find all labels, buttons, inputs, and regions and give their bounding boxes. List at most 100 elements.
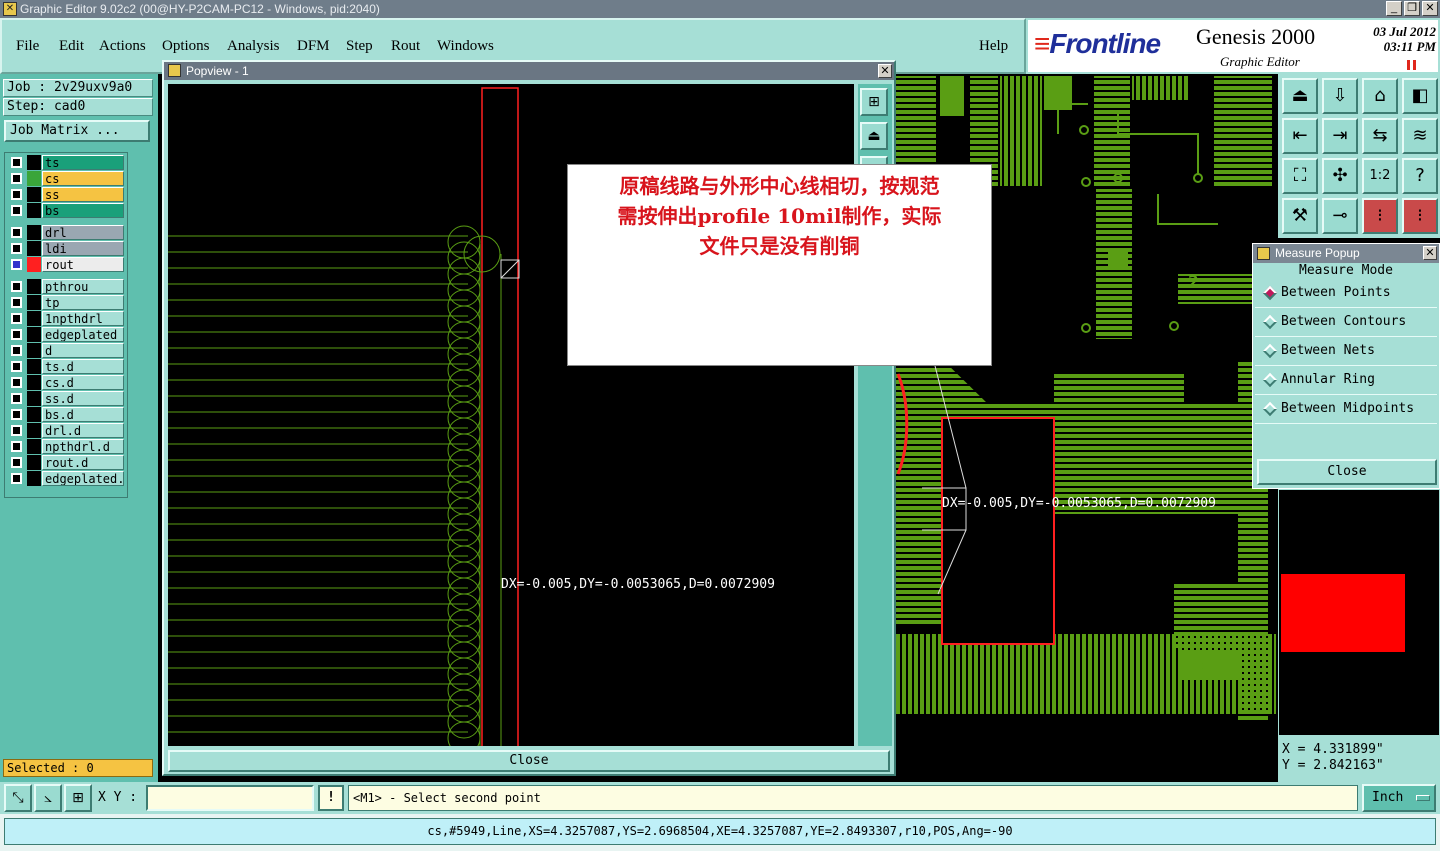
layer-checkbox[interactable] [11,313,22,324]
home-icon[interactable]: ⌂ [1362,78,1398,114]
layer-checkbox[interactable] [11,157,22,168]
layer-name[interactable]: ss.d [42,391,124,406]
layer-color-swatch[interactable] [27,257,41,272]
menu-analysis[interactable]: Analysis [227,38,280,55]
layer-checkbox[interactable] [11,205,22,216]
job-matrix-button[interactable]: Job Matrix ... [4,120,150,142]
layer-color-swatch[interactable] [27,359,41,374]
layer-checkbox[interactable] [11,377,22,388]
layer-name[interactable]: cs [42,171,124,186]
restore-button[interactable]: ❐ [1404,1,1420,16]
layer-name[interactable]: 1npthdrl [42,311,124,326]
zoom-home-icon[interactable]: ⏏ [1282,78,1318,114]
layer-checkbox[interactable] [11,227,22,238]
menu-options[interactable]: Options [162,38,210,55]
layer-row[interactable]: edgeplated. [7,471,127,486]
net-icon[interactable]: ⁝ [1362,198,1398,234]
layer-row[interactable]: rout [7,257,127,272]
layer-color-swatch[interactable] [27,187,41,202]
measure-option[interactable]: Between Nets [1255,337,1437,366]
minimize-button[interactable]: _ [1386,1,1402,16]
layer-color-swatch[interactable] [27,343,41,358]
fit-icon[interactable]: ⛶ [1282,158,1318,194]
layer-row[interactable]: ss [7,187,127,202]
layer-color-swatch[interactable] [27,391,41,406]
layer-checkbox[interactable] [11,189,22,200]
measure-option[interactable]: Between Points [1255,279,1437,308]
menu-actions[interactable]: Actions [99,38,146,55]
layer-checkbox[interactable] [11,281,22,292]
radio-diamond-icon[interactable] [1262,343,1278,359]
layer-name[interactable]: edgeplated [42,327,124,342]
layer-color-swatch[interactable] [27,471,41,486]
layer-color-swatch[interactable] [27,423,41,438]
unit-select[interactable]: Inch [1362,784,1436,812]
layer-row[interactable]: drl [7,225,127,240]
layer-color-swatch[interactable] [27,241,41,256]
popview-close-button[interactable]: Close [168,750,890,772]
layer-checkbox[interactable] [11,441,22,452]
mirror-icon[interactable]: ⇆ [1362,118,1398,154]
layer-row[interactable]: edgeplated [7,327,127,342]
menu-dfm[interactable]: DFM [297,38,330,55]
layer-checkbox[interactable] [11,425,22,436]
layer-name[interactable]: rout [42,257,124,272]
layer-name[interactable]: tp [42,295,124,310]
layer-row[interactable]: tp [7,295,127,310]
pan-right-icon[interactable]: ⇥ [1322,118,1358,154]
layer-checkbox[interactable] [11,345,22,356]
zoom-down-icon[interactable]: ⇩ [1322,78,1358,114]
layer-row[interactable]: ss.d [7,391,127,406]
probe-icon[interactable]: ⊸ [1322,198,1358,234]
menu-step[interactable]: Step [346,38,373,55]
zoom-home-icon[interactable]: ⏏ [860,122,888,150]
layer-row[interactable]: 1npthdrl [7,311,127,326]
layer-checkbox[interactable] [11,457,22,468]
measure-option[interactable]: Between Midpoints [1255,395,1437,424]
close-icon[interactable]: ✕ [878,64,892,78]
measure-icon[interactable]: ⦣ [34,784,62,812]
close-window-button[interactable]: ✕ [1422,1,1438,16]
layer-checkbox[interactable] [11,409,22,420]
zoom-fit-icon[interactable]: ⊞ [860,88,888,116]
close-icon[interactable]: ✕ [1423,246,1437,260]
xy-input[interactable] [146,785,314,811]
menu-rout[interactable]: Rout [391,38,420,55]
radio-diamond-icon[interactable] [1262,285,1278,301]
layer-checkbox[interactable] [11,329,22,340]
layer-checkbox[interactable] [11,361,22,372]
layer-name[interactable]: ss [42,187,124,202]
layer-row[interactable]: cs [7,171,127,186]
layer-color-swatch[interactable] [27,203,41,218]
layer-checkbox[interactable] [11,473,22,484]
layer-name[interactable]: drl [42,225,124,240]
overview-map[interactable] [1278,489,1440,736]
layer-color-swatch[interactable] [27,155,41,170]
grid-icon[interactable]: ⊞ [64,784,92,812]
pause-icon[interactable] [1407,60,1419,70]
help-icon[interactable]: ? [1402,158,1438,194]
layer-checkbox[interactable] [11,297,22,308]
net-select-icon[interactable]: ⁝ [1402,198,1438,234]
layer-color-swatch[interactable] [27,455,41,470]
layer-color-swatch[interactable] [27,295,41,310]
layer-row[interactable]: npthdrl.d [7,439,127,454]
layer-name[interactable]: ts [42,155,124,170]
layer-color-swatch[interactable] [27,327,41,342]
layer-name[interactable]: drl.d [42,423,124,438]
layer-name[interactable]: ldi [42,241,124,256]
radio-diamond-icon[interactable] [1262,401,1278,417]
layer-color-swatch[interactable] [27,439,41,454]
layer-color-swatch[interactable] [27,375,41,390]
layer-name[interactable]: npthdrl.d [42,439,124,454]
layer-name[interactable]: edgeplated. [42,471,124,486]
layer-color-swatch[interactable] [27,311,41,326]
layer-row[interactable]: drl.d [7,423,127,438]
measure-option[interactable]: Annular Ring [1255,366,1437,395]
layer-name[interactable]: bs [42,203,124,218]
layer-name[interactable]: rout.d [42,455,124,470]
layer-name[interactable]: cs.d [42,375,124,390]
radio-diamond-icon[interactable] [1262,372,1278,388]
layer-row[interactable]: rout.d [7,455,127,470]
snake-icon[interactable]: ≋ [1402,118,1438,154]
